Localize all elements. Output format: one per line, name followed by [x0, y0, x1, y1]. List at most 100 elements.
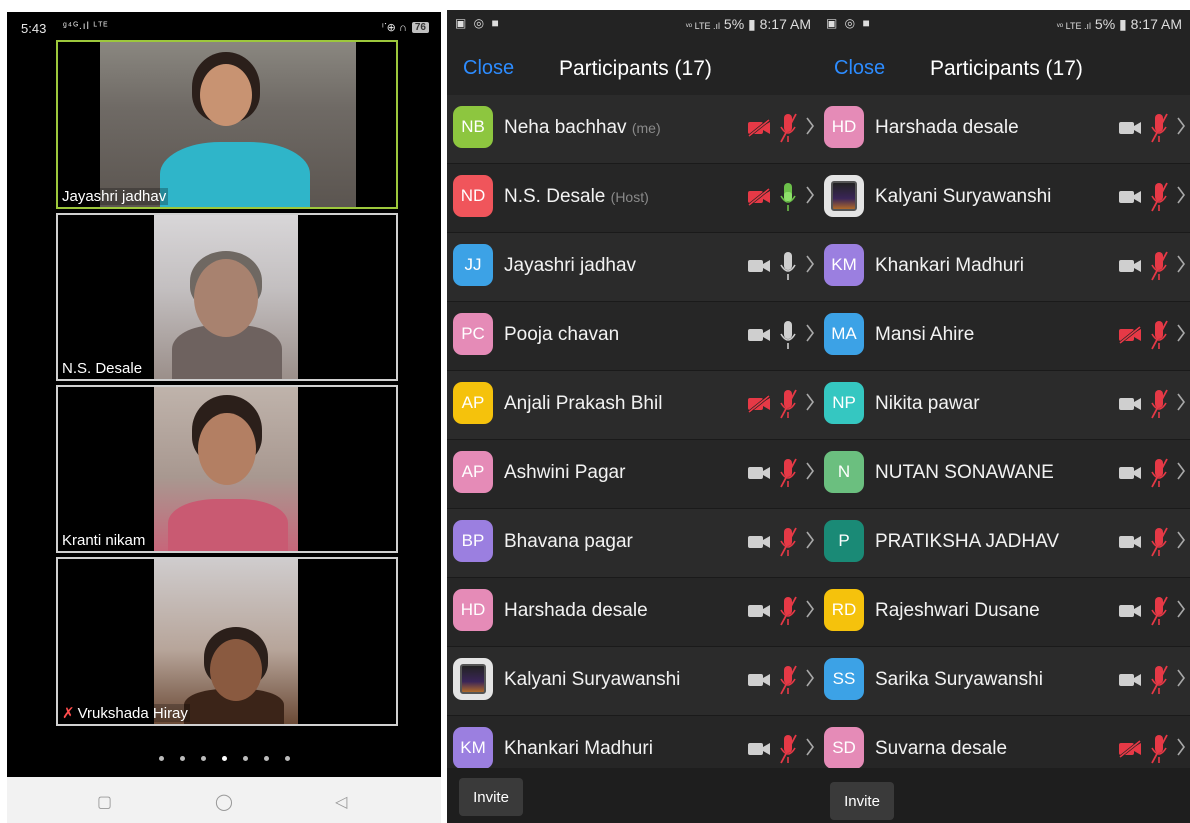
avatar-initials: P — [838, 531, 850, 550]
signal-icon: ᵛᵒ LTE .ıl — [1056, 21, 1092, 31]
participant-row[interactable]: Kalyani Suryawanshi — [818, 164, 1190, 233]
participant-row[interactable]: AP Anjali Prakash Bhil — [447, 371, 819, 440]
muted-microphone-icon — [1151, 734, 1168, 764]
active-microphone-icon — [780, 183, 796, 211]
participant-name: Suvarna desale — [875, 738, 1007, 760]
microphone-icon — [780, 321, 796, 349]
participant-row[interactable]: Kalyani Suryawanshi — [447, 647, 819, 716]
participant-row[interactable]: KM Khankari Madhuri — [818, 233, 1190, 302]
avatar-initials: KM — [460, 738, 486, 757]
muted-microphone-icon — [1151, 251, 1168, 281]
back-button[interactable]: ◁ — [335, 792, 347, 812]
page-dot[interactable] — [263, 756, 269, 761]
video-camera-icon — [1119, 191, 1141, 203]
muted-microphone-icon — [1151, 113, 1168, 143]
avatar: NP — [824, 382, 864, 424]
page-indicator[interactable] — [7, 748, 441, 766]
video-camera-icon — [748, 467, 770, 479]
panel-title: Participants (17) — [559, 57, 712, 80]
participant-row[interactable]: AP Ashwini Pagar — [447, 440, 819, 509]
participant-row[interactable]: MA Mansi Ahire — [818, 302, 1190, 371]
participant-name-text: Khankari Madhuri — [875, 255, 1024, 276]
muted-microphone-icon — [1151, 596, 1168, 626]
participant-row[interactable]: JJ Jayashri jadhav — [447, 233, 819, 302]
invite-button[interactable]: Invite — [459, 778, 523, 816]
video-camera-icon — [748, 605, 770, 617]
video-camera-icon — [748, 260, 770, 272]
participant-name: Bhavana pagar — [504, 531, 633, 553]
participant-name-text: PRATIKSHA JADHAV — [875, 531, 1060, 552]
battery-time: 5% ▮ 8:17 AM — [1094, 16, 1182, 32]
participant-name: Kalyani Suryawanshi — [875, 186, 1051, 208]
video-tile-active-speaker[interactable]: Jayashri jadhav — [56, 40, 398, 209]
video-camera-icon — [1119, 605, 1141, 617]
gallery-view: 5:43 ᵍ⁴ᴳ.ıl ᴸᵀᴱ ⁱᐝ⊕ ∩ 76 Jayashri jadhav — [7, 12, 441, 777]
participant-name-text: Harshada desale — [504, 600, 648, 621]
participant-name-text: Jayashri jadhav — [504, 255, 637, 276]
muted-microphone-icon — [780, 113, 797, 143]
page-dot[interactable] — [242, 756, 248, 761]
muted-microphone-icon — [1151, 665, 1168, 695]
video-tile[interactable]: ✗ Vrukshada Hiray — [56, 557, 398, 726]
participant-name-text: Nikita pawar — [875, 393, 980, 414]
participant-name: Vrukshada Hiray — [77, 705, 188, 722]
close-button[interactable]: Close — [834, 57, 885, 80]
participant-row[interactable]: PC Pooja chavan — [447, 302, 819, 371]
page-dot[interactable] — [221, 756, 227, 761]
avatar-initials: ND — [460, 186, 486, 205]
muted-microphone-icon — [1151, 458, 1168, 488]
video-tile[interactable]: Kranti nikam — [56, 385, 398, 553]
participant-row[interactable]: BP Bhavana pagar — [447, 509, 819, 578]
close-button[interactable]: Close — [463, 57, 514, 80]
participant-row[interactable]: RD Rajeshwari Dusane — [818, 578, 1190, 647]
page-dot[interactable] — [158, 756, 164, 761]
participant-name: Kalyani Suryawanshi — [504, 669, 680, 691]
page-dot[interactable] — [200, 756, 206, 761]
signal-icon: ᵍ⁴ᴳ.ıl ᴸᵀᴱ — [63, 21, 109, 32]
avatar: KM — [453, 727, 493, 769]
tile-name-label: Jayashri jadhav — [60, 188, 169, 205]
recents-button[interactable]: ▢ — [97, 792, 112, 812]
page-dot[interactable] — [284, 756, 290, 761]
avatar: RD — [824, 589, 864, 631]
system-icons: ⁱᐝ⊕ ∩ — [381, 22, 407, 34]
video-camera-icon — [1119, 467, 1141, 479]
avatar-initials: KM — [831, 255, 857, 274]
avatar: MA — [824, 313, 864, 355]
participant-name-text: Kalyani Suryawanshi — [875, 186, 1052, 207]
status-right: ᵛᵒ LTE .ıl 5% ▮ 8:17 AM — [1057, 16, 1182, 33]
participant-name: Mansi Ahire — [875, 324, 974, 346]
video-camera-icon — [1119, 398, 1141, 410]
chevron-right-icon — [806, 531, 814, 549]
page-dot[interactable] — [179, 756, 185, 761]
participant-name-text: Sarika Suryawanshi — [875, 669, 1043, 690]
participant-name-text: N.S. Desale — [504, 186, 606, 207]
invite-button[interactable]: Invite — [830, 782, 894, 820]
participant-row[interactable]: ND N.S. Desale (Host) — [447, 164, 819, 233]
participant-row[interactable]: P PRATIKSHA JADHAV — [818, 509, 1190, 578]
chevron-right-icon — [806, 186, 814, 204]
chevron-right-icon — [1177, 669, 1185, 687]
participant-name: N.S. Desale — [62, 360, 143, 377]
participant-row[interactable]: NP Nikita pawar — [818, 371, 1190, 440]
participant-name-text: Suvarna desale — [875, 738, 1008, 759]
participant-name-text: Bhavana pagar — [504, 531, 633, 552]
tile-name-label: ✗ Vrukshada Hiray — [60, 704, 190, 722]
video-tile[interactable]: N.S. Desale — [56, 213, 398, 381]
participant-row[interactable]: HD Harshada desale — [447, 578, 819, 647]
participant-row[interactable]: HD Harshada desale — [818, 95, 1190, 164]
participant-name: Sarika Suryawanshi — [875, 669, 1043, 691]
avatar: P — [824, 520, 864, 562]
muted-microphone-icon — [780, 458, 797, 488]
status-icons: ⁱᐝ⊕ ∩ 76 — [382, 21, 429, 34]
participants-panel: ▣ ◎ ■ ᵛᵒ LTE .ıl 5% ▮ 8:17 AM Close Part… — [818, 10, 1190, 823]
home-button[interactable]: ◯ — [215, 792, 233, 812]
participant-name: Harshada desale — [504, 600, 648, 622]
participant-list: NB Neha bachhav (me) ND N.S. Desale (Host) J… — [447, 95, 819, 785]
muted-microphone-icon — [1151, 320, 1168, 350]
chevron-right-icon — [806, 255, 814, 273]
participant-row[interactable]: N NUTAN SONAWANE — [818, 440, 1190, 509]
participant-row[interactable]: SS Sarika Suryawanshi — [818, 647, 1190, 716]
participant-row[interactable]: NB Neha bachhav (me) — [447, 95, 819, 164]
notification-icons: ▣ ◎ ■ — [826, 16, 872, 30]
